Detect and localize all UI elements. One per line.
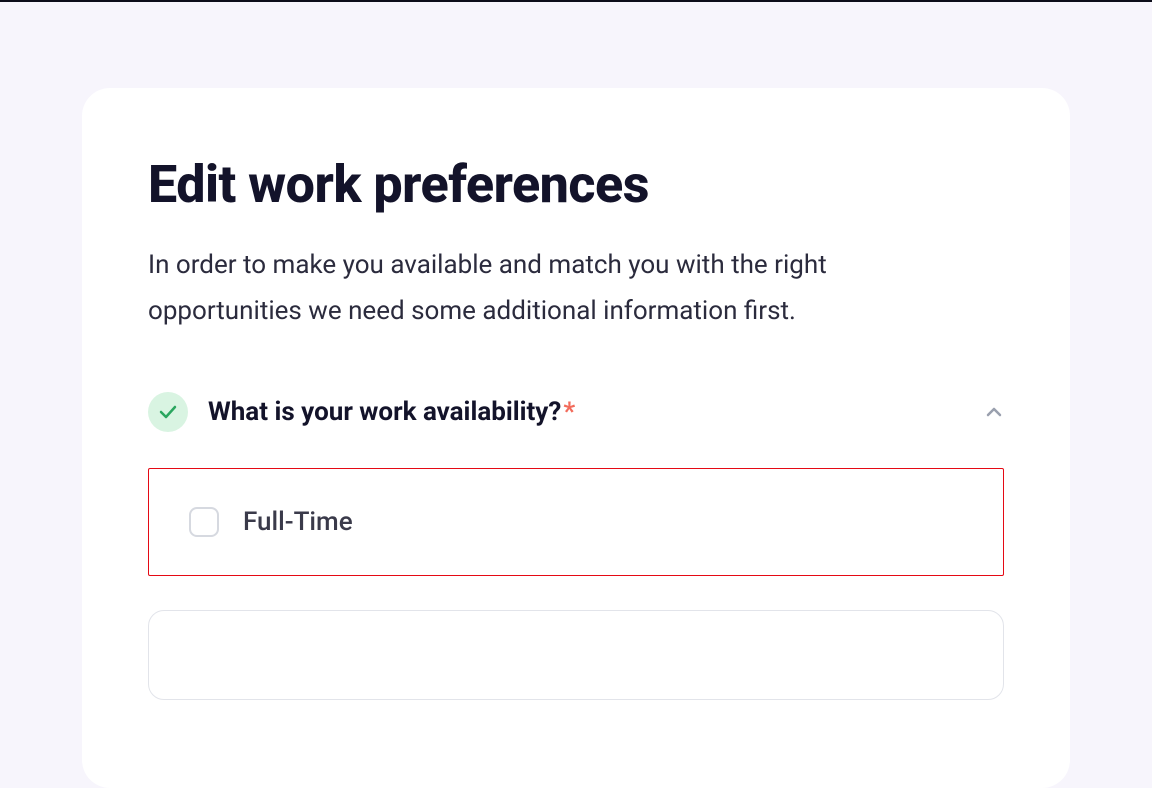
question-label: What is your work availability?* <box>208 397 964 427</box>
option-full-time-label: Full-Time <box>243 507 353 537</box>
question-text: What is your work availability? <box>208 397 561 427</box>
required-asterisk: * <box>563 397 575 427</box>
checkbox-full-time[interactable] <box>189 507 219 537</box>
preferences-card: Edit work preferences In order to make y… <box>82 88 1070 788</box>
option-full-time[interactable]: Full-Time <box>148 468 1004 576</box>
page-description: In order to make you available and match… <box>148 243 908 334</box>
check-icon <box>148 392 188 432</box>
top-bar <box>0 0 1152 2</box>
page-title: Edit work preferences <box>148 154 1004 215</box>
question-availability-header[interactable]: What is your work availability?* <box>148 392 1004 432</box>
chevron-up-icon <box>984 402 1004 422</box>
option-next[interactable] <box>148 610 1004 700</box>
